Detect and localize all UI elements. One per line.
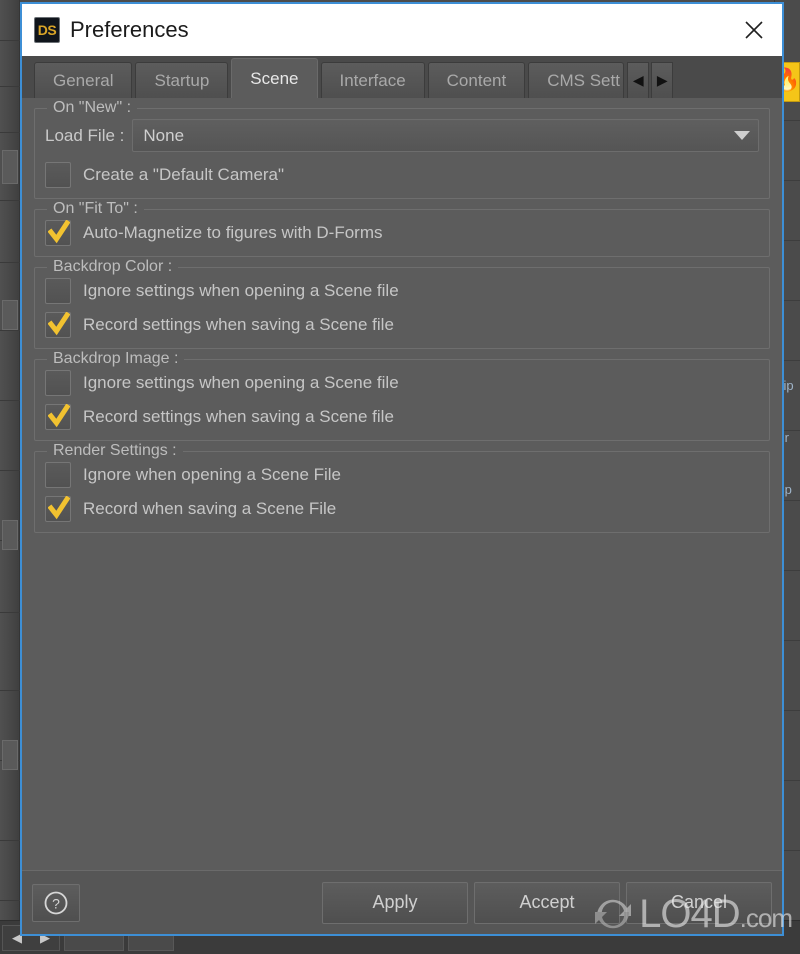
checkbox-bdimage-ignore[interactable]: [45, 370, 71, 396]
group-on-fit-to-title: On "Fit To" :: [47, 200, 144, 218]
host-panel-divider: [0, 900, 20, 901]
group-on-fit-to: On "Fit To" : Auto-Magnetize to figures …: [34, 200, 770, 257]
checkbox-label-render-ignore: Ignore when opening a Scene File: [83, 465, 342, 484]
tab-scroll-right-icon[interactable]: ▶: [651, 62, 674, 98]
host-panel-button[interactable]: [2, 740, 18, 770]
tab-scene[interactable]: Scene: [231, 58, 318, 98]
group-backdrop-image: Backdrop Image : Ignore settings when op…: [34, 350, 770, 441]
checkbox-row-bdcolor-ignore[interactable]: Ignore settings when opening a Scene fil…: [45, 278, 759, 304]
host-panel-divider: [0, 262, 20, 263]
checkbox-bdcolor-record[interactable]: [45, 312, 71, 338]
load-file-select[interactable]: None: [132, 119, 759, 152]
host-panel-divider: [0, 840, 20, 841]
host-panel-divider: [0, 690, 20, 691]
checkmark-icon: [48, 312, 70, 336]
load-file-label: Load File :: [45, 125, 125, 145]
host-panel-button[interactable]: [2, 520, 18, 550]
group-backdrop-color-title: Backdrop Color :: [47, 258, 179, 276]
tab-scroll-left-icon[interactable]: ◀: [627, 62, 650, 98]
host-panel-divider: [0, 40, 20, 41]
checkbox-label-default-camera: Create a "Default Camera": [83, 165, 285, 184]
preferences-tabbar: General Startup Scene Interface Content …: [22, 56, 782, 98]
host-panel-divider: [0, 400, 20, 401]
checkbox-render-ignore[interactable]: [45, 462, 71, 488]
dialog-footer: ? Apply Accept Cancel: [22, 870, 782, 934]
checkbox-bdimage-record[interactable]: [45, 404, 71, 430]
host-panel-button[interactable]: [2, 150, 18, 184]
host-panel-divider: [0, 470, 20, 471]
tab-general[interactable]: General: [34, 62, 133, 98]
window-title: Preferences: [70, 17, 189, 42]
group-render-settings: Render Settings : Ignore when opening a …: [34, 442, 770, 533]
close-button[interactable]: [728, 5, 780, 55]
group-backdrop-color: Backdrop Color : Ignore settings when op…: [34, 258, 770, 349]
chevron-down-icon: [734, 131, 750, 140]
checkbox-auto-magnetize[interactable]: [45, 220, 71, 246]
checkbox-row-default-camera[interactable]: Create a "Default Camera": [45, 162, 759, 188]
load-file-value: None: [143, 125, 185, 145]
tab-startup[interactable]: Startup: [135, 62, 229, 98]
tab-scroll-controls: ◀ ▶: [625, 62, 674, 98]
checkbox-row-render-ignore[interactable]: Ignore when opening a Scene File: [45, 462, 759, 488]
host-left-toolbar[interactable]: [0, 0, 20, 954]
accept-button[interactable]: Accept: [474, 881, 620, 924]
group-on-new: On "New" : Load File : None Create a "De…: [34, 99, 770, 199]
help-button[interactable]: ?: [32, 883, 80, 922]
tab-content[interactable]: Content: [427, 62, 526, 98]
host-panel-divider: [0, 132, 20, 133]
apply-button[interactable]: Apply: [322, 881, 468, 924]
checkmark-icon: [48, 404, 70, 428]
cancel-button[interactable]: Cancel: [626, 881, 772, 924]
checkbox-label-bdcolor-record: Record settings when saving a Scene file: [83, 315, 394, 334]
preferences-dialog: DS Preferences General Startup Scene Int…: [20, 2, 784, 936]
checkmark-icon: [48, 220, 70, 244]
group-backdrop-image-title: Backdrop Image :: [47, 350, 185, 368]
checkbox-label-render-record: Record when saving a Scene File: [83, 499, 337, 518]
host-panel-button[interactable]: [2, 300, 18, 330]
checkbox-bdcolor-ignore[interactable]: [45, 278, 71, 304]
checkbox-label-bdimage-record: Record settings when saving a Scene file: [83, 407, 394, 426]
checkbox-row-auto-magnetize[interactable]: Auto-Magnetize to figures with D-Forms: [45, 220, 759, 246]
host-panel-divider: [0, 330, 20, 331]
checkbox-label-auto-magnetize: Auto-Magnetize to figures with D-Forms: [83, 223, 383, 242]
checkbox-default-camera[interactable]: [45, 162, 71, 188]
group-on-new-title: On "New" :: [47, 99, 138, 117]
help-icon: ?: [44, 891, 68, 914]
checkbox-row-bdimage-ignore[interactable]: Ignore settings when opening a Scene fil…: [45, 370, 759, 396]
tab-cms-settings[interactable]: CMS Sett: [528, 62, 625, 98]
svg-text:?: ?: [52, 895, 60, 911]
group-render-settings-title: Render Settings :: [47, 442, 183, 460]
load-file-row: Load File : None: [45, 119, 759, 152]
dialog-titlebar[interactable]: DS Preferences: [22, 4, 782, 56]
tab-interface[interactable]: Interface: [320, 62, 425, 98]
host-panel-divider: [0, 612, 20, 613]
close-icon: [745, 21, 763, 39]
app-logo-icon: DS: [34, 17, 60, 43]
scene-settings-panel: On "New" : Load File : None Create a "De…: [22, 98, 782, 870]
checkbox-render-record[interactable]: [45, 496, 71, 522]
checkbox-row-bdimage-record[interactable]: Record settings when saving a Scene file: [45, 404, 759, 430]
checkbox-row-bdcolor-record[interactable]: Record settings when saving a Scene file: [45, 312, 759, 338]
checkbox-label-bdcolor-ignore: Ignore settings when opening a Scene fil…: [83, 281, 399, 300]
host-panel-divider: [0, 86, 20, 87]
checkmark-icon: [48, 496, 70, 520]
host-panel-divider: [0, 200, 20, 201]
checkbox-label-bdimage-ignore: Ignore settings when opening a Scene fil…: [83, 373, 399, 392]
checkbox-row-render-record[interactable]: Record when saving a Scene File: [45, 496, 759, 522]
